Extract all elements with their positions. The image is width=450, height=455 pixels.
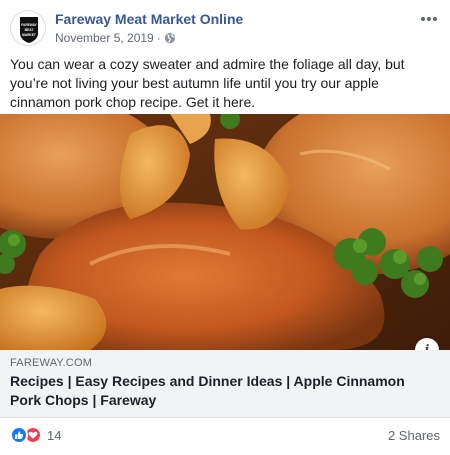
post-text: You can wear a cozy sweater and admire t… [10,56,405,110]
link-domain: FAREWAY.COM [10,357,93,369]
page-avatar[interactable]: FAREWAY MEAT MARKET [10,10,46,46]
reaction-count: 14 [47,427,62,443]
ellipsis-icon[interactable] [418,12,440,26]
reactions-summary[interactable]: 14 [10,426,61,444]
meta-separator: · [156,31,161,45]
facebook-post: FAREWAY MEAT MARKET Fareway Meat Market … [0,0,450,455]
fareway-logo-icon: FAREWAY MEAT MARKET [12,12,45,45]
pork-chop-photo [0,114,450,350]
link-title[interactable]: Recipes | Easy Recipes and Dinner Ideas … [10,372,430,410]
link-preview[interactable]: FAREWAY.COM Recipes | Easy Recipes and D… [0,350,450,418]
post-footer: 14 2 Shares [10,424,440,446]
shares-count[interactable]: 2 Shares [388,428,440,443]
post-meta: November 5, 2019 · [55,31,176,45]
post-header: FAREWAY MEAT MARKET Fareway Meat Market … [10,10,440,50]
page-name-link[interactable]: Fareway Meat Market Online [55,11,243,27]
avatar-text-2: MEAT [25,28,34,32]
avatar-text-3: MARKET [22,33,36,37]
link-image[interactable]: i [0,114,450,350]
avatar-text-1: FAREWAY [21,23,37,27]
like-icon [10,426,28,444]
post-date[interactable]: November 5, 2019 [55,31,154,45]
globe-icon [164,32,176,44]
